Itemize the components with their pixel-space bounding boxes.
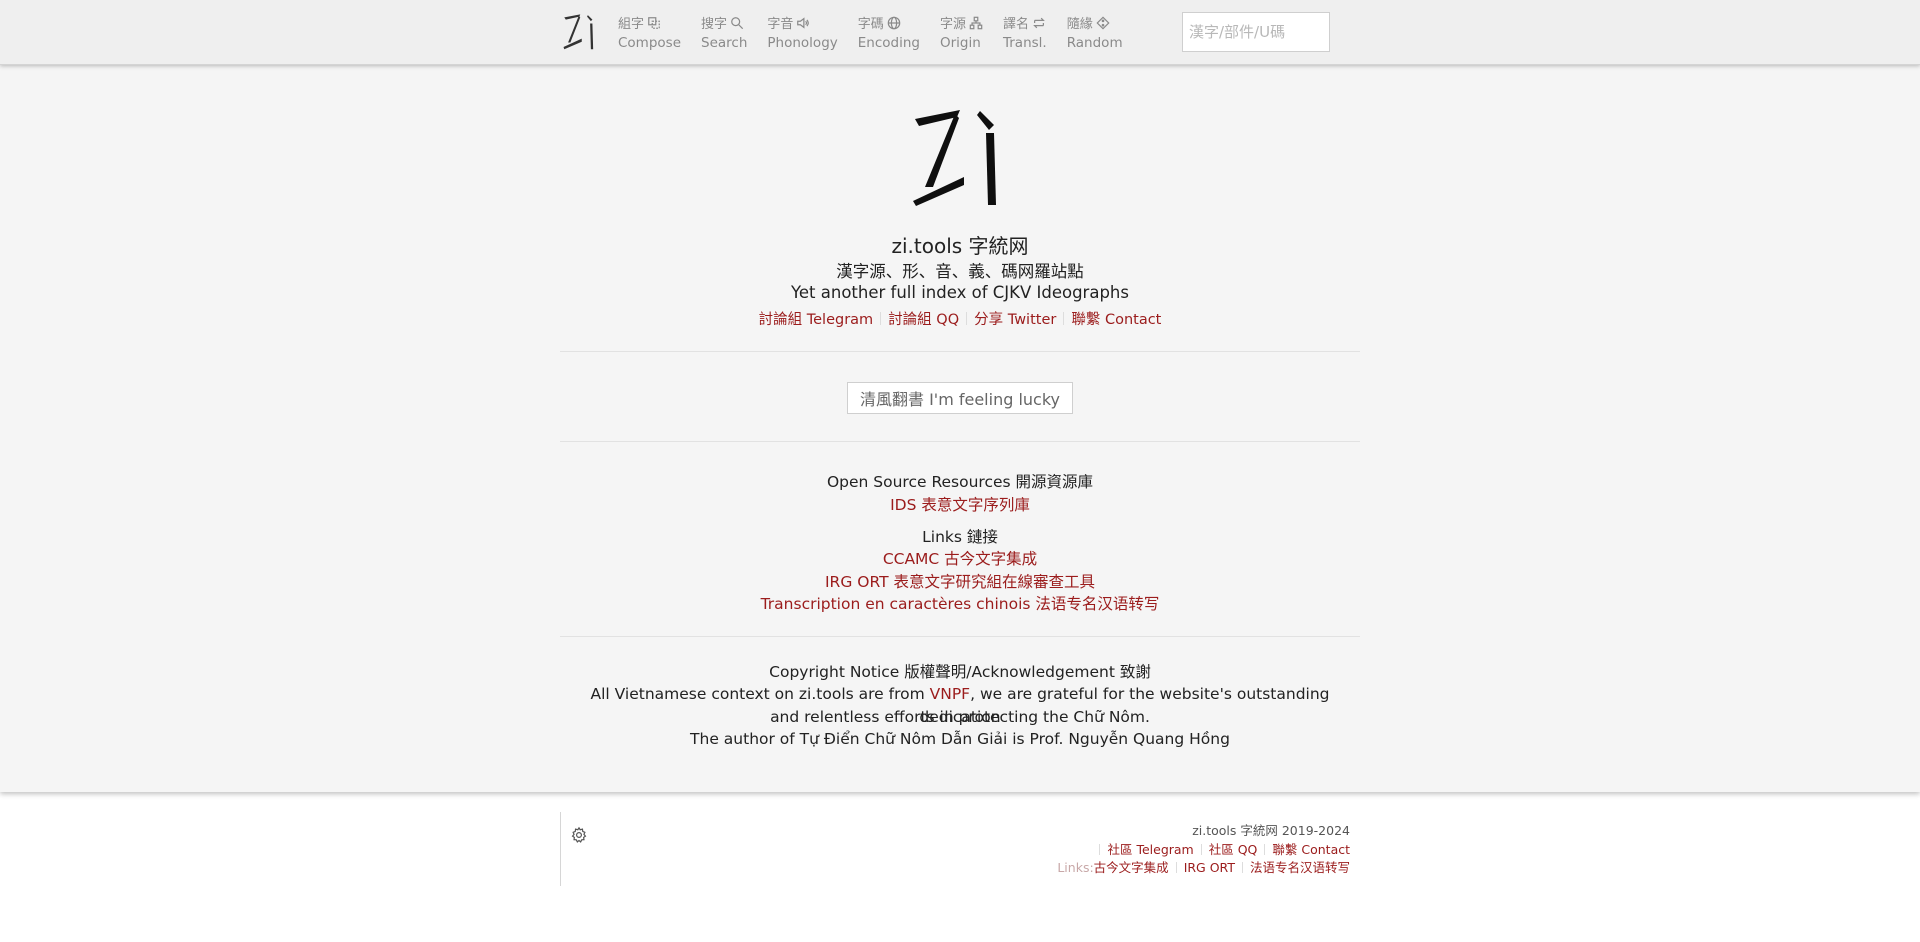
footer-irg-link[interactable]: IRG ORT — [1184, 860, 1235, 875]
nav-random-label: Random — [1066, 35, 1123, 51]
divider — [560, 351, 1360, 352]
ccamc-link[interactable]: CCAMC 古今文字集成 — [883, 550, 1037, 568]
nav-compose-cjk: 組字 — [618, 17, 645, 32]
footer-info: zi.tools 字統网 2019-2024 社區 Telegram 社區 QQ 聯… — [1057, 822, 1350, 878]
globe-icon — [887, 16, 901, 29]
nav-origin-label: Origin — [939, 35, 981, 51]
nav-transl[interactable]: 譯名 Transl. — [1003, 0, 1047, 51]
footer-ccamc-link[interactable]: 古今文字集成 — [1094, 860, 1169, 875]
footer-telegram-link[interactable]: 社區 Telegram — [1107, 842, 1193, 857]
irg-ort-link[interactable]: IRG ORT 表意文字研究組在線審查工具 — [825, 573, 1095, 591]
site-title: zi.tools 字統网 — [891, 234, 1029, 258]
footer-divider — [560, 812, 561, 886]
nav-phonology[interactable]: 字音 Phonology — [767, 0, 838, 51]
footer: zi.tools 字統网 2019-2024 社區 Telegram 社區 QQ 聯… — [0, 792, 1920, 942]
zi-logo-icon — [913, 110, 996, 206]
vnpf-link[interactable]: VNPF — [930, 685, 970, 703]
nav-encoding-cjk: 字碼 — [857, 17, 884, 32]
nav-random-cjk: 隨緣 — [1066, 17, 1093, 32]
speaker-icon — [797, 16, 810, 29]
nav-search[interactable]: 搜字 Search — [701, 0, 747, 51]
nav-origin[interactable]: 字源 Origin — [940, 0, 983, 51]
main-content: zi.tools 字統网 漢字源、形、音、義、碼网羅站點 Yet another… — [0, 65, 1920, 792]
divider — [560, 441, 1360, 442]
links-heading: Links 鏈接 — [922, 528, 998, 546]
search-input[interactable] — [1182, 12, 1330, 52]
divider — [1241, 862, 1243, 873]
nav-phonology-label: Phonology — [767, 35, 838, 51]
ids-link[interactable]: IDS 表意文字序列庫 — [890, 496, 1030, 514]
footer-qq-link[interactable]: 社區 QQ — [1209, 842, 1258, 857]
twitter-link[interactable]: 分享 Twitter — [974, 312, 1056, 328]
divider — [1200, 843, 1202, 855]
resources-heading: Open Source Resources 開源資源庫 — [826, 473, 1094, 491]
footer-social-links: 社區 Telegram 社區 QQ 聯繫 Contact — [1057, 841, 1350, 860]
transcription-link[interactable]: Transcription en caractères chinois 法语专名… — [761, 595, 1160, 613]
divider — [1264, 843, 1266, 855]
footer-copyright: zi.tools 字統网 2019-2024 — [1192, 823, 1350, 838]
nav-encoding-label: Encoding — [857, 35, 920, 51]
copyright-heading: Copyright Notice 版權聲明/Acknowledgement 致謝 — [769, 663, 1151, 681]
nav-container: 組字 Compose 搜字 Search 字音 Phonology 字碼 Enc… — [562, 0, 1143, 65]
nav-transl-cjk: 譯名 — [1002, 17, 1029, 32]
gear-icon[interactable] — [570, 826, 588, 844]
nav-search-cjk: 搜字 — [701, 17, 728, 32]
zi-logo-icon[interactable] — [562, 12, 600, 52]
site-subtitle-en: Yet another full index of CJKV Ideograph… — [791, 283, 1129, 302]
nav-search-label: Search — [701, 35, 748, 51]
nav-origin-cjk: 字源 — [939, 17, 966, 32]
nav-compose-label: Compose — [618, 35, 682, 51]
compose-icon — [648, 16, 660, 29]
divider — [1099, 843, 1101, 855]
divider — [966, 312, 968, 325]
copyright-line3: The author of Tự Điển Chữ Nôm Dẫn Giải i… — [690, 730, 1230, 748]
telegram-link[interactable]: 討論組 Telegram — [759, 312, 874, 328]
nav-transl-label: Transl. — [1002, 35, 1047, 51]
search-icon — [731, 16, 744, 29]
copyright-line1-pre: All Vietnamese context on zi.tools are f… — [590, 685, 930, 703]
tree-icon — [969, 16, 983, 29]
footer-links: Links:古今文字集成 IRG ORT 法语专名汉语转写 — [1057, 859, 1350, 878]
dice-icon — [1096, 15, 1110, 30]
nav-phonology-cjk: 字音 — [767, 17, 794, 32]
copyright-line2: and relentless efforts in protecting the… — [770, 708, 1150, 726]
nav-random[interactable]: 隨緣 Random — [1067, 0, 1123, 51]
qq-link[interactable]: 討論組 QQ — [888, 312, 959, 328]
community-links: 討論組 Telegram 討論組 QQ 分享 Twitter 聯繫 Contact — [560, 308, 1360, 329]
nav-encoding[interactable]: 字碼 Encoding — [858, 0, 920, 51]
footer-transcription-link[interactable]: 法语专名汉语转写 — [1250, 860, 1350, 875]
site-subtitle-cjk: 漢字源、形、音、義、碼网羅站點 — [836, 262, 1084, 281]
divider — [560, 636, 1360, 637]
top-navbar: 組字 Compose 搜字 Search 字音 Phonology 字碼 Enc… — [0, 0, 1920, 65]
nav-compose[interactable]: 組字 Compose — [618, 0, 681, 51]
divider — [1063, 312, 1065, 325]
feeling-lucky-button[interactable]: 清風翻書 I'm feeling lucky — [847, 382, 1073, 414]
contact-link[interactable]: 聯繫 Contact — [1071, 312, 1161, 328]
footer-links-label: Links: — [1057, 860, 1094, 875]
swap-icon — [1033, 17, 1045, 28]
footer-contact-link[interactable]: 聯繫 Contact — [1272, 842, 1350, 857]
divider — [880, 312, 882, 325]
divider — [1175, 862, 1177, 873]
